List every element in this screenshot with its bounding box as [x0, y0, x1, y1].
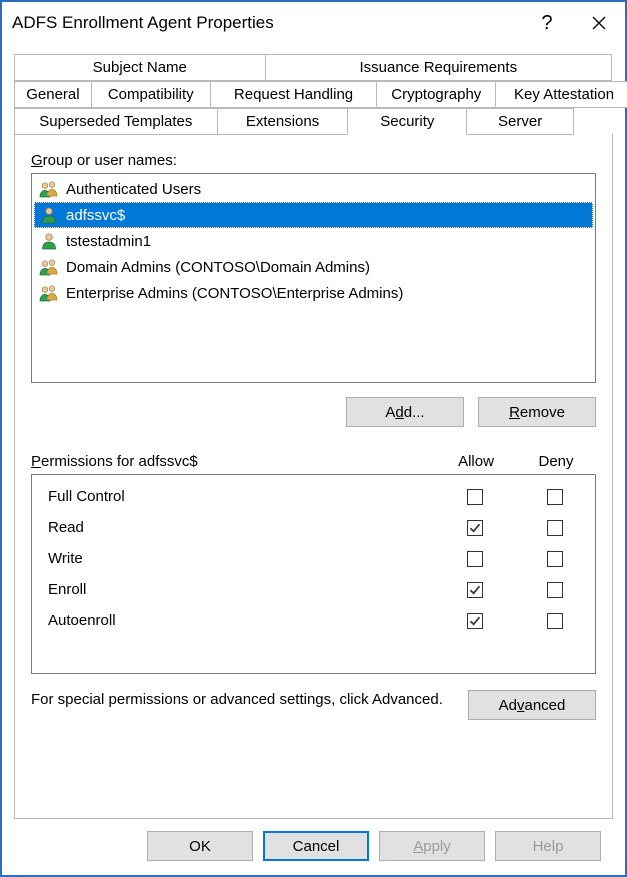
permission-row: Write: [32, 543, 595, 574]
permissions-header: Permissions for adfssvc$ Allow Deny: [31, 453, 596, 470]
help-button[interactable]: ?: [521, 4, 573, 42]
tab-general[interactable]: General: [14, 81, 92, 108]
column-deny: Deny: [516, 453, 596, 470]
allow-checkbox[interactable]: [467, 613, 483, 629]
group-or-user-names-label: Group or user names:: [31, 152, 596, 169]
permission-name: Autoenroll: [48, 612, 435, 629]
tab-row-1: Subject NameIssuance Requirements: [14, 54, 613, 81]
dialog-button-bar: OK Cancel Apply Help: [14, 819, 613, 861]
tab-cryptography[interactable]: Cryptography: [376, 81, 496, 108]
tab-body-security: Group or user names: Authenticated Users…: [14, 134, 613, 819]
permissions-for-label: Permissions for adfssvc$: [31, 453, 436, 470]
users-icon: [38, 284, 60, 302]
list-item-label: Authenticated Users: [66, 181, 201, 198]
permissions-list: Full Control Read Write Enroll Autoenroll: [31, 474, 596, 674]
help-icon: ?: [541, 12, 552, 35]
dialog-window: ADFS Enrollment Agent Properties ? Subje…: [0, 0, 627, 877]
tab-request-handling[interactable]: Request Handling: [210, 81, 378, 108]
permission-name: Write: [48, 550, 435, 567]
list-item-label: tstestadmin1: [66, 233, 151, 250]
tab-row-2: GeneralCompatibilityRequest HandlingCryp…: [14, 81, 613, 108]
allow-checkbox[interactable]: [467, 520, 483, 536]
apply-button[interactable]: Apply: [379, 831, 485, 861]
close-icon: [592, 16, 606, 30]
list-item[interactable]: adfssvc$: [34, 202, 593, 228]
list-item[interactable]: Authenticated Users: [34, 176, 593, 202]
permission-row: Full Control: [32, 481, 595, 512]
list-item-label: Enterprise Admins (CONTOSO\Enterprise Ad…: [66, 285, 403, 302]
tab-extensions[interactable]: Extensions: [217, 108, 349, 135]
group-or-user-names-list[interactable]: Authenticated Users adfssvc$ tstestadmin1 D…: [31, 173, 596, 383]
deny-checkbox[interactable]: [547, 551, 563, 567]
users-icon: [38, 258, 60, 276]
add-remove-row: Add... Remove: [31, 397, 596, 427]
client-area: Subject NameIssuance Requirements Genera…: [2, 44, 625, 875]
tab-superseded-templates[interactable]: Superseded Templates: [14, 108, 218, 135]
tab-compatibility[interactable]: Compatibility: [91, 81, 211, 108]
deny-checkbox[interactable]: [547, 489, 563, 505]
remove-button[interactable]: Remove: [478, 397, 596, 427]
tab-row-3: Superseded TemplatesExtensionsSecuritySe…: [14, 108, 613, 135]
tab-server[interactable]: Server: [466, 108, 574, 135]
allow-checkbox[interactable]: [467, 489, 483, 505]
list-item[interactable]: Enterprise Admins (CONTOSO\Enterprise Ad…: [34, 280, 593, 306]
user-icon: [38, 206, 60, 224]
user-icon: [38, 232, 60, 250]
deny-checkbox[interactable]: [547, 520, 563, 536]
permission-name: Read: [48, 519, 435, 536]
advanced-help-text: For special permissions or advanced sett…: [31, 690, 458, 710]
tab-security[interactable]: Security: [347, 108, 467, 135]
permission-row: Autoenroll: [32, 605, 595, 636]
tabstrip: Subject NameIssuance Requirements Genera…: [14, 54, 613, 135]
permission-row: Enroll: [32, 574, 595, 605]
help-dialog-button[interactable]: Help: [495, 831, 601, 861]
tab-issuance-requirements[interactable]: Issuance Requirements: [265, 54, 612, 81]
allow-checkbox[interactable]: [467, 551, 483, 567]
allow-checkbox[interactable]: [467, 582, 483, 598]
list-item[interactable]: Domain Admins (CONTOSO\Domain Admins): [34, 254, 593, 280]
advanced-button[interactable]: Advanced: [468, 690, 596, 720]
close-button[interactable]: [573, 4, 625, 42]
ok-button[interactable]: OK: [147, 831, 253, 861]
tab-subject-name[interactable]: Subject Name: [14, 54, 266, 81]
deny-checkbox[interactable]: [547, 582, 563, 598]
tab-key-attestation[interactable]: Key Attestation: [495, 81, 627, 108]
users-icon: [38, 180, 60, 198]
permission-name: Enroll: [48, 581, 435, 598]
cancel-button[interactable]: Cancel: [263, 831, 369, 861]
list-item[interactable]: tstestadmin1: [34, 228, 593, 254]
column-allow: Allow: [436, 453, 516, 470]
deny-checkbox[interactable]: [547, 613, 563, 629]
title-bar: ADFS Enrollment Agent Properties ?: [2, 2, 625, 44]
list-item-label: adfssvc$: [66, 207, 125, 224]
permission-row: Read: [32, 512, 595, 543]
list-item-label: Domain Admins (CONTOSO\Domain Admins): [66, 259, 370, 276]
advanced-area: For special permissions or advanced sett…: [31, 690, 596, 720]
window-title: ADFS Enrollment Agent Properties: [12, 13, 521, 33]
add-button[interactable]: Add...: [346, 397, 464, 427]
permission-name: Full Control: [48, 488, 435, 505]
